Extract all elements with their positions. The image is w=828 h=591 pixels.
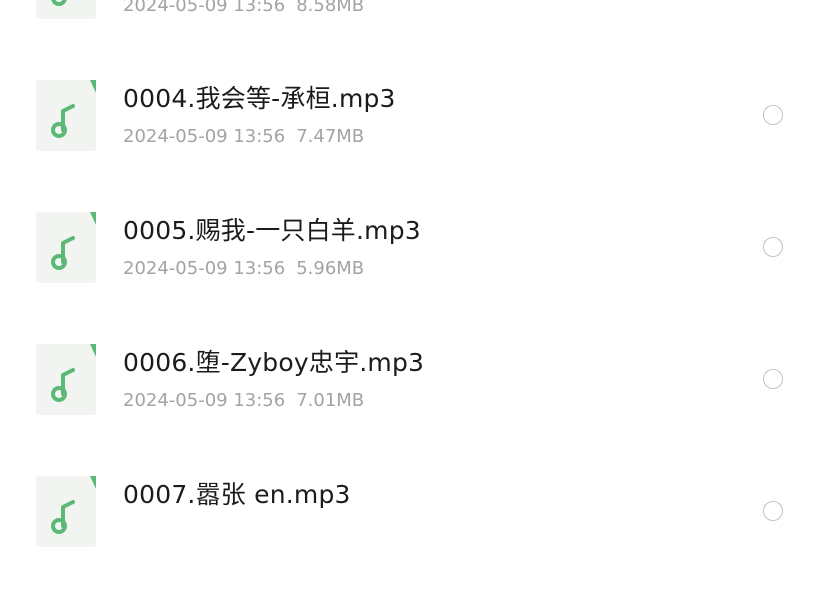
file-meta: 2024-05-09 13:56 7.01MB	[123, 390, 364, 412]
file-size: 7.47MB	[296, 126, 365, 147]
select-radio[interactable]	[763, 501, 783, 521]
file-name: 0006.堕-Zyboy忠宇.mp3	[123, 348, 425, 377]
file-date: 2024-05-09 13:56	[123, 0, 286, 16]
file-name: 0004.我会等-承桓.mp3	[123, 84, 396, 113]
file-row[interactable]: 0007.嚣张 en.mp3	[0, 459, 828, 591]
file-meta: 2024-05-09 13:56 5.96MB	[123, 258, 364, 280]
file-name: 0007.嚣张 en.mp3	[123, 480, 351, 509]
music-file-icon	[36, 212, 96, 283]
select-radio[interactable]	[763, 369, 783, 389]
music-file-icon	[36, 0, 96, 19]
music-file-icon	[36, 80, 96, 151]
file-size: 5.96MB	[296, 258, 365, 279]
music-file-icon	[36, 476, 96, 547]
file-row[interactable]: 0006.堕-Zyboy忠宇.mp3 2024-05-09 13:56 7.01M…	[0, 327, 828, 459]
file-date: 2024-05-09 13:56	[123, 390, 286, 411]
file-list: 2024-05-09 13:56 8.58MB 0004.我会等-承桓.mp3 2…	[0, 0, 828, 547]
file-meta: 2024-05-09 13:56 8.58MB	[123, 0, 364, 17]
file-name: 0005.赐我-一只白羊.mp3	[123, 216, 421, 245]
select-radio[interactable]	[763, 237, 783, 257]
file-size: 7.01MB	[296, 390, 365, 411]
file-size: 8.58MB	[296, 0, 365, 16]
file-row[interactable]: 0004.我会等-承桓.mp3 2024-05-09 13:56 7.47MB	[0, 63, 828, 195]
file-row[interactable]: 2024-05-09 13:56 8.58MB	[0, 0, 828, 63]
file-meta: 2024-05-09 13:56 7.47MB	[123, 126, 364, 148]
select-radio[interactable]	[763, 105, 783, 125]
file-meta	[123, 522, 134, 544]
file-date: 2024-05-09 13:56	[123, 258, 286, 279]
file-row[interactable]: 0005.赐我-一只白羊.mp3 2024-05-09 13:56 5.96MB	[0, 195, 828, 327]
file-date: 2024-05-09 13:56	[123, 126, 286, 147]
music-file-icon	[36, 344, 96, 415]
